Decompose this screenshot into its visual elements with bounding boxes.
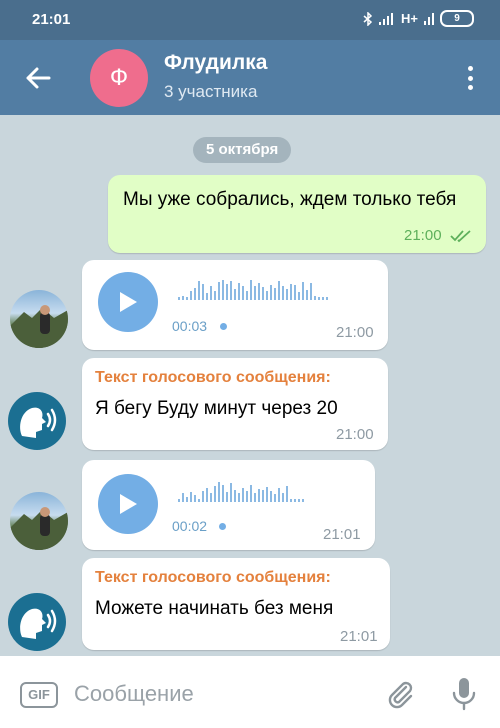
voice-duration: 00:03	[172, 318, 208, 334]
message-input[interactable]	[72, 676, 376, 712]
play-button[interactable]	[98, 272, 158, 332]
date-chip: 5 октября	[193, 137, 292, 163]
play-button[interactable]	[98, 474, 158, 534]
speaking-head-icon	[20, 608, 57, 639]
attach-icon[interactable]	[384, 678, 416, 710]
transcription-message[interactable]: Текст голосового сообщения: Можете начин…	[82, 558, 390, 650]
sender-avatar[interactable]	[10, 290, 68, 348]
status-time: 21:01	[32, 11, 71, 28]
status-icons: H+ 9	[363, 10, 474, 27]
unplayed-dot	[220, 323, 227, 330]
message-composer: GIF	[0, 656, 500, 728]
message-list[interactable]: 5 октября Мы уже собрались, ждем только …	[0, 115, 500, 656]
play-icon	[120, 494, 137, 514]
gif-button[interactable]: GIF	[20, 682, 58, 708]
transcription-message[interactable]: Текст голосового сообщения: Я бегу Буду …	[82, 358, 388, 450]
message-time: 21:01	[323, 526, 361, 543]
transcription-label: Текст голосового сообщения:	[95, 369, 331, 386]
message-text: Мы уже собрались, ждем только тебя	[123, 189, 457, 210]
voice-message[interactable]: 00:02 21:01	[82, 460, 375, 550]
bluetooth-icon	[363, 11, 373, 26]
microphone-icon[interactable]	[448, 676, 480, 712]
bot-avatar[interactable]	[8, 593, 66, 651]
read-checkmarks-icon	[450, 230, 471, 243]
speaking-head-icon	[20, 407, 57, 438]
bot-avatar[interactable]	[8, 392, 66, 450]
outgoing-message[interactable]: Мы уже собрались, ждем только тебя 21:00	[108, 175, 486, 253]
chat-avatar[interactable]: Ф	[90, 49, 148, 107]
photo-image	[10, 305, 68, 348]
voice-duration: 00:02	[172, 518, 208, 534]
play-icon	[120, 292, 137, 312]
member-count: 3 участника	[164, 82, 258, 101]
more-menu-icon[interactable]	[460, 62, 480, 94]
message-time: 21:00	[336, 324, 374, 341]
message-text: Я бегу Буду минут через 20	[95, 398, 338, 419]
unplayed-dot	[219, 523, 226, 530]
voice-message[interactable]: 00:03 21:00	[82, 260, 388, 350]
battery-icon: 9	[440, 10, 474, 27]
transcription-label: Текст голосового сообщения:	[95, 569, 331, 586]
chat-header: Ф Флудилка 3 участника	[0, 40, 500, 115]
waveform[interactable]	[178, 280, 328, 300]
photo-image	[10, 507, 68, 550]
waveform[interactable]	[178, 482, 304, 502]
message-time: 21:01	[340, 628, 378, 645]
sender-avatar[interactable]	[10, 492, 68, 550]
signal-icon	[379, 12, 394, 25]
back-arrow-icon[interactable]	[22, 62, 54, 94]
message-time: 21:00	[336, 426, 374, 443]
network-type: H+	[401, 11, 418, 26]
chat-title[interactable]: Флудилка	[164, 51, 267, 75]
signal2-icon	[424, 12, 434, 25]
status-bar: 21:01 H+ 9	[0, 0, 500, 40]
message-text: Можете начинать без меня	[95, 598, 334, 619]
message-time: 21:00	[404, 227, 442, 244]
